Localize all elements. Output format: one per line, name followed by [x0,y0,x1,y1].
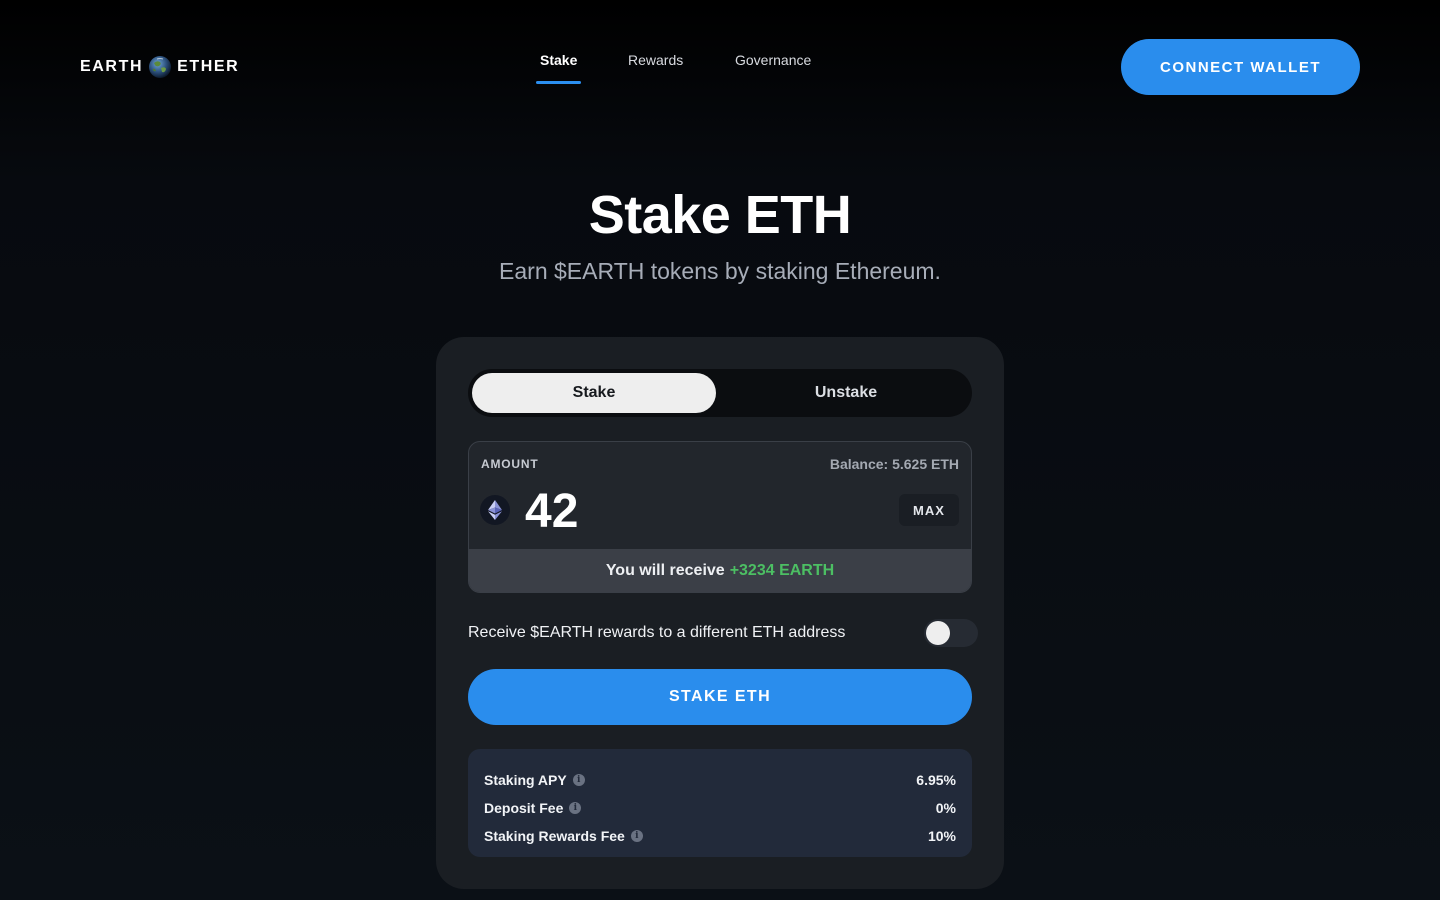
info-icon[interactable]: i [572,774,585,786]
stat-row-apy: Staking APY i 6.95% [484,766,956,794]
stat-value: 6.95% [916,772,956,788]
page-subtitle: Earn $EARTH tokens by staking Ethereum. [499,258,941,284]
receive-prefix: You will receive [605,561,725,579]
balance-text: Balance: 5.625 ETH [829,456,959,472]
stat-row-deposit-fee: Deposit Fee i 0% [484,794,956,822]
connect-wallet-button[interactable]: CONNECT WALLET [1121,39,1360,95]
amount-label: AMOUNT [481,457,539,471]
info-icon[interactable]: i [569,802,582,814]
ethereum-icon [480,495,510,525]
stake-card: Stake Unstake AMOUNT Balance: 5.625 ETH … [436,337,1004,889]
stat-label: Staking Rewards Fee [484,828,625,844]
toggle-knob [926,621,950,645]
different-address-toggle[interactable] [924,619,978,647]
page-title: Stake ETH [588,185,852,245]
header: EARTH ETHER Stake Rewards Governance CON… [0,0,1440,134]
stat-name: Staking APY i [484,772,585,788]
info-icon[interactable]: i [630,830,643,842]
stat-value: 0% [935,800,956,816]
staking-stats: Staking APY i 6.95% Deposit Fee i 0% Sta… [468,749,972,857]
amount-input[interactable] [525,484,825,539]
stat-row-rewards-fee: Staking Rewards Fee i 10% [484,822,956,850]
nav-item-label: Governance [735,52,812,68]
stat-label: Staking APY [484,772,567,788]
different-address-row: Receive $EARTH rewards to a different ET… [468,619,978,647]
max-button[interactable]: MAX [899,494,959,526]
stake-unstake-toggle: Stake Unstake [468,369,972,417]
stake-eth-button[interactable]: STAKE ETH [468,669,972,725]
nav-item-label: Rewards [628,52,684,68]
stat-label: Deposit Fee [484,800,564,816]
different-address-label: Receive $EARTH rewards to a different ET… [468,624,846,641]
nav-item-governance[interactable]: Governance [735,52,811,80]
tab-stake[interactable]: Stake [472,373,716,413]
stat-name: Staking Rewards Fee i [484,828,643,844]
stat-value: 10% [927,828,956,844]
stat-name: Deposit Fee i [484,800,582,816]
receive-amount: +3234 EARTH [729,561,835,579]
nav-item-rewards[interactable]: Rewards [628,52,683,80]
amount-panel: AMOUNT Balance: 5.625 ETH MAX You will r… [468,441,972,593]
receive-estimate: You will receive +3234 EARTH [469,549,971,592]
tab-unstake[interactable]: Unstake [724,373,968,413]
nav-active-underline [536,81,582,84]
nav-item-stake[interactable]: Stake [536,52,582,84]
nav-item-label: Stake [540,52,578,68]
